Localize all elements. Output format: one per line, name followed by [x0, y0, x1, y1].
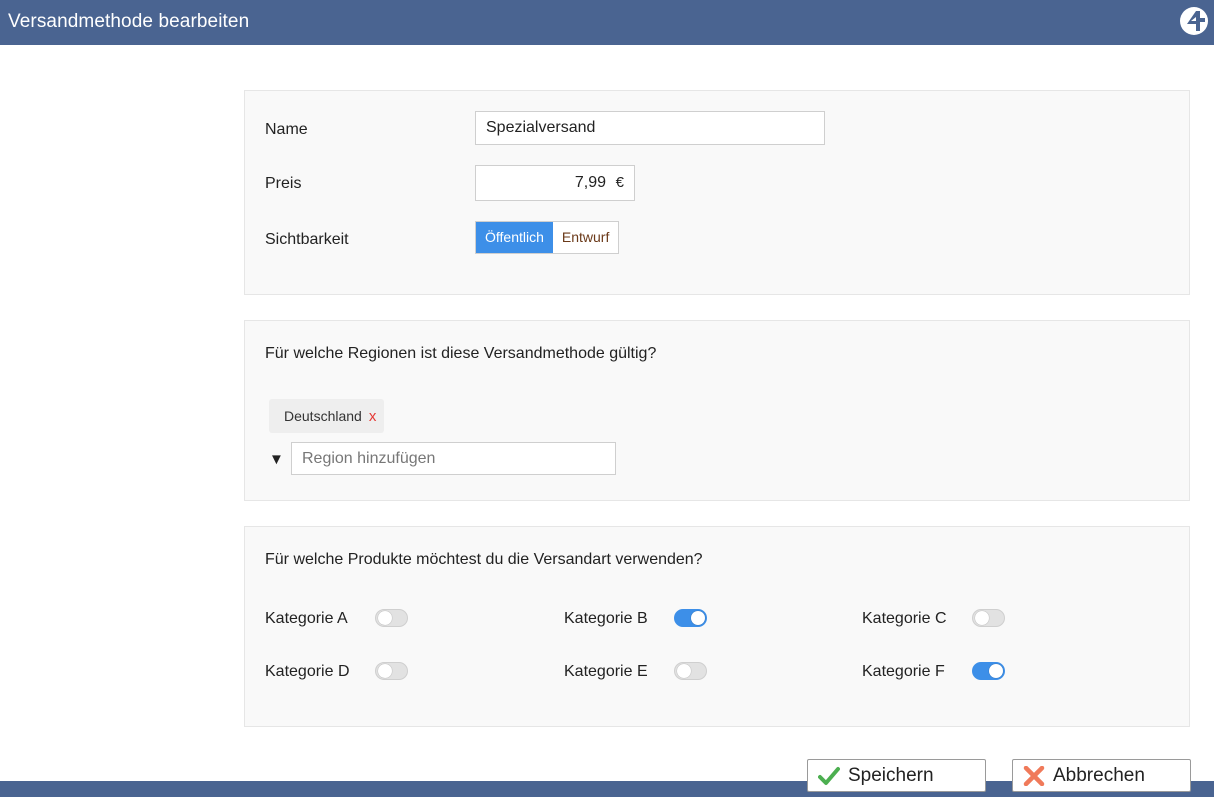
region-chip: Deutschland x — [269, 399, 385, 433]
products-question: Für welche Produkte möchtest du die Vers… — [265, 551, 703, 568]
category-f-toggle[interactable] — [972, 662, 1005, 680]
price-value: 7,99 — [574, 174, 606, 191]
category-label: Kategorie A — [265, 610, 348, 627]
toggle-knob — [975, 611, 989, 625]
name-input[interactable]: Spezialversand — [475, 111, 825, 145]
category-d-toggle[interactable] — [375, 662, 408, 680]
products-card: Für welche Produkte möchtest du die Vers… — [244, 526, 1190, 727]
category-a-toggle[interactable] — [375, 609, 408, 627]
window-title: Versandmethode bearbeiten — [8, 11, 250, 32]
category-b-toggle[interactable] — [674, 609, 707, 627]
price-label: Preis — [265, 175, 302, 192]
category-label: Kategorie F — [862, 663, 945, 680]
toggle-knob — [989, 664, 1003, 678]
price-input[interactable]: 7,99 € — [475, 165, 635, 201]
currency-symbol: € — [615, 174, 624, 191]
visibility-toggle-group: Öffentlich Entwurf — [475, 221, 620, 254]
visibility-draft-button[interactable]: Entwurf — [552, 222, 619, 253]
dropdown-caret-icon[interactable]: ▼ — [269, 451, 284, 468]
visibility-label: Sichtbarkeit — [265, 231, 349, 248]
app-logo-icon — [1180, 7, 1208, 35]
toggle-knob — [378, 664, 392, 678]
toggle-knob — [691, 611, 705, 625]
cancel-button-label: Abbrechen — [1053, 765, 1145, 786]
save-button[interactable]: Speichern — [807, 759, 986, 792]
regions-question: Für welche Regionen ist diese Versandmet… — [265, 345, 657, 362]
remove-region-icon[interactable]: x — [369, 408, 377, 425]
toggle-knob — [677, 664, 691, 678]
regions-card: Für welche Regionen ist diese Versandmet… — [244, 320, 1190, 501]
name-label: Name — [265, 121, 308, 138]
category-c-toggle[interactable] — [972, 609, 1005, 627]
title-bar: Versandmethode bearbeiten — [0, 0, 1214, 45]
category-label: Kategorie E — [564, 663, 648, 680]
save-button-label: Speichern — [848, 765, 934, 786]
cancel-button[interactable]: Abbrechen — [1012, 759, 1191, 792]
checkmark-icon — [818, 767, 840, 785]
visibility-public-button[interactable]: Öffentlich — [476, 222, 553, 253]
toggle-knob — [378, 611, 392, 625]
add-region-input[interactable]: Region hinzufügen — [291, 442, 616, 475]
cross-icon — [1023, 766, 1045, 786]
region-chip-label: Deutschland — [284, 408, 362, 424]
category-label: Kategorie B — [564, 610, 648, 627]
category-label: Kategorie C — [862, 610, 947, 627]
category-label: Kategorie D — [265, 663, 350, 680]
category-e-toggle[interactable] — [674, 662, 707, 680]
general-settings-card: Name Spezialversand Preis 7,99 € Sichtba… — [244, 90, 1190, 295]
